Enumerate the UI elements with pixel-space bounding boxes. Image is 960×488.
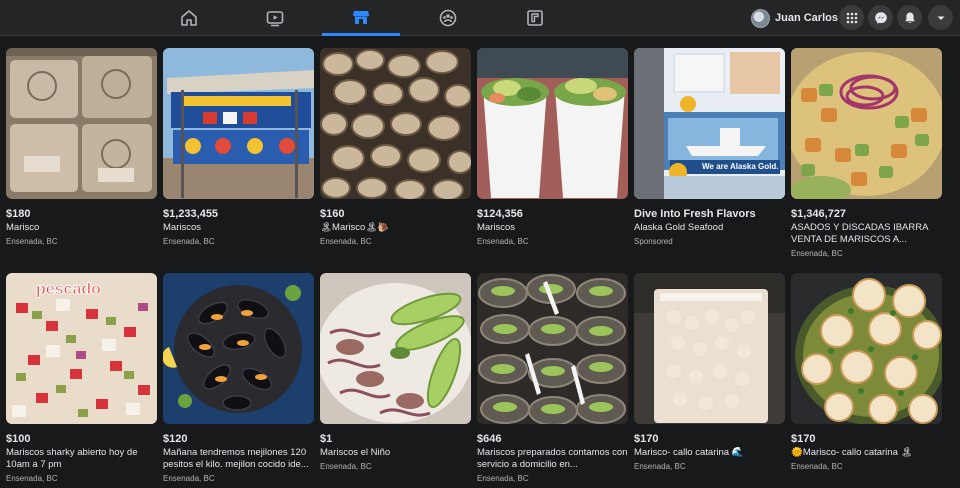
- account-caret-icon: [937, 16, 944, 20]
- listing-card[interactable]: $180 Marisco Ensenada, BC: [6, 48, 157, 247]
- listing-card[interactable]: $1,346,727 ASADOS Y DISCADAS IBARRA VENT…: [791, 48, 942, 259]
- listing-photo[interactable]: [791, 48, 942, 199]
- listing-photo[interactable]: [163, 273, 314, 424]
- listing-title: Marisco: [6, 222, 40, 233]
- listing-title: ASADOS Y DISCADAS IBARRA VENTA DE MARISC…: [791, 222, 928, 245]
- listing-card[interactable]: $1,233,455 Mariscos Ensenada, BC: [163, 48, 314, 247]
- video-icon: [266, 11, 284, 27]
- listing-card[interactable]: $170 🌞Marisco- callo catarina 🏝 Ensenada…: [791, 273, 942, 472]
- listing-photo[interactable]: [791, 273, 942, 424]
- listing-title: Mariscos preparados contamos con servici…: [477, 447, 628, 470]
- ad-advertiser: Alaska Gold Seafood: [634, 222, 724, 233]
- account-button[interactable]: [928, 5, 953, 30]
- listing-card[interactable]: pescado $100 Mariscos sharky abierto hoy…: [6, 273, 157, 484]
- listing-price: $646: [477, 433, 502, 445]
- listing-photo[interactable]: [6, 48, 157, 199]
- listing-price: $1,233,455: [163, 208, 219, 220]
- tab-home[interactable]: [150, 0, 228, 36]
- listing-price: $100: [6, 433, 31, 445]
- listing-price: $160: [320, 208, 345, 220]
- listing-price: $1,346,727: [791, 208, 847, 220]
- listing-title: 🌞Marisco- callo catarina 🏝: [791, 447, 913, 458]
- listing-card[interactable]: $120 Mañana tendremos mejilones 120 pesi…: [163, 273, 314, 484]
- listing-title: Marisco- callo catarina 🌊: [634, 447, 744, 458]
- listing-card[interactable]: $646 Mariscos preparados contamos con se…: [477, 273, 628, 484]
- sponsored-photo[interactable]: We are Alaska Gold.: [634, 48, 785, 199]
- listing-photo[interactable]: [320, 48, 471, 199]
- listing-photo[interactable]: [163, 48, 314, 199]
- listing-title: 🏝Marisco🏝🐌: [320, 222, 390, 233]
- listing-title: Mariscos: [477, 222, 516, 233]
- listing-location: Ensenada, BC: [320, 237, 372, 246]
- listing-card[interactable]: $160 🏝Marisco🏝🐌 Ensenada, BC: [320, 48, 471, 247]
- avatar: [751, 8, 770, 28]
- listing-location: Ensenada, BC: [477, 474, 529, 483]
- sponsored-label: Sponsored: [634, 237, 673, 246]
- listing-price: $124,356: [477, 208, 523, 220]
- listing-location: Ensenada, BC: [791, 249, 843, 258]
- listing-title: Mañana tendremos mejilones 120 pesitos e…: [163, 447, 309, 470]
- tab-marketplace[interactable]: [322, 0, 400, 36]
- listing-location: Ensenada, BC: [634, 462, 686, 471]
- tab-groups[interactable]: [409, 0, 487, 36]
- listing-location: Ensenada, BC: [163, 237, 215, 246]
- listing-price: $170: [634, 433, 659, 445]
- notifications-button[interactable]: [897, 5, 922, 30]
- listing-title: Mariscos el Niño: [320, 447, 391, 458]
- ad-image-caption: We are Alaska Gold.: [702, 162, 779, 171]
- home-icon: [181, 10, 197, 26]
- listing-price: $180: [6, 208, 31, 220]
- listing-card[interactable]: $170 Marisco- callo catarina 🌊 Ensenada,…: [634, 273, 785, 472]
- messenger-icon: [874, 11, 887, 24]
- listing-card[interactable]: $124,356 Mariscos Ensenada, BC: [477, 48, 628, 247]
- listing-title: Mariscos: [163, 222, 202, 233]
- listing-photo[interactable]: [320, 273, 471, 424]
- user-name: Juan Carlos: [775, 12, 838, 24]
- profile-shortcut[interactable]: Juan Carlos: [748, 5, 844, 31]
- listing-photo[interactable]: [477, 48, 628, 199]
- menu-grid-icon: [846, 12, 857, 23]
- listing-title: Mariscos sharky abierto hoy de 10am a 7 …: [6, 447, 138, 470]
- listing-price: $120: [163, 433, 188, 445]
- top-navigation-bar: Juan Carlos: [0, 0, 960, 36]
- gaming-icon: [527, 10, 543, 26]
- image-caption: pescado: [36, 281, 102, 299]
- listing-location: Ensenada, BC: [6, 474, 58, 483]
- sponsored-card[interactable]: We are Alaska Gold. Dive Into Fresh Flav…: [634, 48, 785, 247]
- tab-watch[interactable]: [236, 0, 314, 36]
- menu-button[interactable]: [839, 5, 864, 30]
- listing-photo[interactable]: [634, 273, 785, 424]
- listing-price: $170: [791, 433, 816, 445]
- listing-price: $1: [320, 433, 333, 445]
- listing-location: Ensenada, BC: [477, 237, 529, 246]
- tab-gaming[interactable]: [496, 0, 574, 36]
- listing-location: Ensenada, BC: [791, 462, 843, 471]
- ad-headline: Dive Into Fresh Flavors: [634, 208, 756, 220]
- listing-location: Ensenada, BC: [163, 474, 215, 483]
- listing-location: Ensenada, BC: [320, 462, 372, 471]
- groups-icon: [439, 9, 457, 27]
- notifications-icon: [904, 12, 915, 23]
- listing-photo[interactable]: [477, 273, 628, 424]
- marketplace-icon: [353, 10, 369, 24]
- messenger-button[interactable]: [868, 5, 893, 30]
- listing-photo[interactable]: pescado: [6, 273, 157, 424]
- listing-card[interactable]: $1 Mariscos el Niño Ensenada, BC: [320, 273, 471, 472]
- listing-location: Ensenada, BC: [6, 237, 58, 246]
